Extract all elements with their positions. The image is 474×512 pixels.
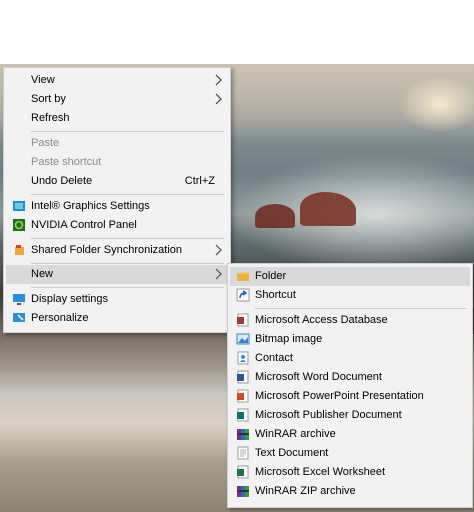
submenu-item-label: Microsoft Access Database xyxy=(255,314,388,326)
menu-item-display-settings[interactable]: Display settings xyxy=(6,290,228,309)
menu-item-label: Shared Folder Synchronization xyxy=(31,244,183,256)
menu-item-label: Sort by xyxy=(31,93,66,105)
access-database-icon xyxy=(237,313,249,327)
submenu-item-label: Shortcut xyxy=(255,289,296,301)
menu-item-intel-graphics[interactable]: Intel® Graphics Settings xyxy=(6,197,228,216)
submenu-item-label: Bitmap image xyxy=(255,333,323,345)
sea-rock xyxy=(255,204,295,228)
menu-item-new[interactable]: New xyxy=(6,265,228,284)
menu-item-label: Paste xyxy=(31,137,60,149)
submenu-item-powerpoint-presentation[interactable]: Microsoft PowerPoint Presentation xyxy=(230,387,470,406)
submenu-item-contact[interactable]: Contact xyxy=(230,349,470,368)
menu-item-label: Personalize xyxy=(31,312,89,324)
submenu-item-label: Contact xyxy=(255,352,293,364)
submenu-item-label: Folder xyxy=(255,270,287,282)
menu-item-shared-folder-sync[interactable]: Shared Folder Synchronization xyxy=(6,241,228,260)
winrar-archive-icon xyxy=(237,429,249,440)
display-settings-icon xyxy=(13,294,25,305)
folder-icon xyxy=(237,272,249,281)
submenu-item-label: WinRAR archive xyxy=(255,428,336,440)
menu-item-label: NVIDIA Control Panel xyxy=(31,219,137,231)
submenu-item-text-document[interactable]: Text Document xyxy=(230,444,470,463)
menu-item-label: Undo Delete xyxy=(31,175,93,187)
menu-separator xyxy=(31,238,224,239)
powerpoint-icon xyxy=(237,389,249,403)
white-top-area xyxy=(0,0,474,64)
personalize-icon xyxy=(13,313,25,322)
menu-separator xyxy=(31,287,224,288)
intel-graphics-icon xyxy=(13,201,25,211)
new-submenu: Folder Shortcut Microsoft Access Databas… xyxy=(227,263,473,508)
menu-item-label: Intel® Graphics Settings xyxy=(31,200,150,212)
menu-item-label: Paste shortcut xyxy=(31,156,102,168)
submenu-item-publisher-document[interactable]: Microsoft Publisher Document xyxy=(230,406,470,425)
submenu-item-label: Microsoft Publisher Document xyxy=(255,409,402,421)
submenu-item-word-document[interactable]: Microsoft Word Document xyxy=(230,368,470,387)
submenu-item-label: Text Document xyxy=(255,447,329,459)
submenu-item-label: Microsoft PowerPoint Presentation xyxy=(255,390,424,402)
sea-rock xyxy=(300,192,356,226)
chevron-right-icon xyxy=(215,93,222,105)
shortcut-text: Ctrl+Z xyxy=(184,175,215,187)
folder-sync-icon xyxy=(15,245,24,255)
menu-item-paste[interactable]: Paste xyxy=(6,134,228,153)
submenu-item-winrar-zip-archive[interactable]: WinRAR ZIP archive xyxy=(230,482,470,501)
menu-separator xyxy=(31,131,224,132)
submenu-item-folder[interactable]: Folder xyxy=(230,267,470,286)
chevron-right-icon xyxy=(215,74,222,86)
menu-item-sort-by[interactable]: Sort by xyxy=(6,90,228,109)
chevron-right-icon xyxy=(215,268,222,280)
menu-item-label: Display settings xyxy=(31,293,109,305)
menu-separator xyxy=(255,308,466,309)
menu-item-paste-shortcut[interactable]: Paste shortcut xyxy=(6,153,228,172)
submenu-item-shortcut[interactable]: Shortcut xyxy=(230,286,470,305)
menu-item-refresh[interactable]: Refresh xyxy=(6,109,228,128)
text-document-icon xyxy=(237,446,249,460)
word-document-icon xyxy=(237,370,249,384)
shortcut-icon xyxy=(236,288,250,302)
menu-item-label: Refresh xyxy=(31,112,70,124)
menu-separator xyxy=(31,194,224,195)
bitmap-image-icon xyxy=(236,333,250,345)
submenu-item-label: WinRAR ZIP archive xyxy=(255,485,356,497)
excel-worksheet-icon xyxy=(237,465,249,479)
submenu-item-winrar-archive[interactable]: WinRAR archive xyxy=(230,425,470,444)
nvidia-icon xyxy=(13,219,25,231)
menu-item-personalize[interactable]: Personalize xyxy=(6,309,228,328)
menu-item-view[interactable]: View xyxy=(6,71,228,90)
desktop-context-menu: View Sort by Refresh Paste Paste shortcu… xyxy=(3,67,231,333)
winrar-zip-icon xyxy=(237,486,249,497)
menu-separator xyxy=(31,263,224,264)
menu-item-undo-delete[interactable]: Undo Delete Ctrl+Z xyxy=(6,172,228,191)
submenu-item-label: Microsoft Word Document xyxy=(255,371,382,383)
menu-item-label: View xyxy=(31,74,55,86)
menu-item-label: New xyxy=(31,268,54,280)
chevron-right-icon xyxy=(215,244,222,256)
menu-item-nvidia-control-panel[interactable]: NVIDIA Control Panel xyxy=(6,216,228,235)
submenu-item-access-database[interactable]: Microsoft Access Database xyxy=(230,311,470,330)
submenu-item-excel-worksheet[interactable]: Microsoft Excel Worksheet xyxy=(230,463,470,482)
publisher-icon xyxy=(237,408,249,422)
contact-icon xyxy=(237,351,249,365)
submenu-item-label: Microsoft Excel Worksheet xyxy=(255,466,386,478)
submenu-item-bitmap-image[interactable]: Bitmap image xyxy=(230,330,470,349)
